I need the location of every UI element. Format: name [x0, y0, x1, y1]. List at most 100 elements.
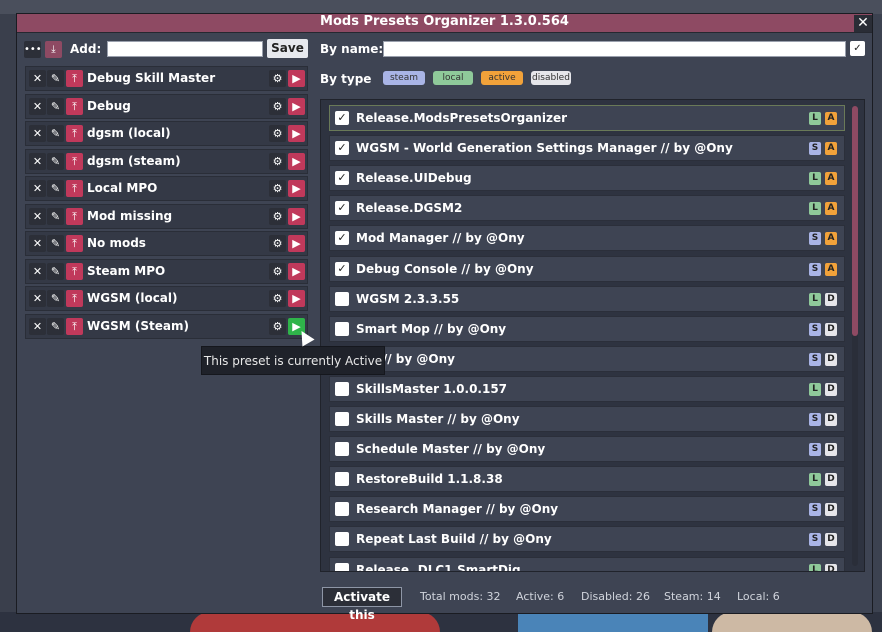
delete-preset-button[interactable]: ✕ — [29, 290, 46, 307]
mod-checkbox[interactable] — [335, 562, 349, 571]
activate-preset-button[interactable]: ▶ — [288, 180, 305, 197]
mod-row[interactable]: ✓ Mod Manager // by @Ony S A — [329, 225, 845, 252]
mod-checkbox[interactable]: ✓ — [335, 171, 349, 186]
preset-row[interactable]: ✕ ✎ ⤒ ⚙ ▶ dgsm (local) — [25, 121, 308, 146]
mod-row[interactable]: Dig // by @Ony S D — [329, 345, 845, 372]
activate-button[interactable]: Activate this — [322, 587, 402, 622]
mod-row[interactable]: Smart Mop // by @Ony S D — [329, 315, 845, 342]
preset-row[interactable]: ✕ ✎ ⤒ ⚙ ▶ Debug Skill Master — [25, 66, 308, 91]
rename-preset-button[interactable]: ✎ — [47, 317, 64, 335]
activate-preset-button[interactable]: ▶ — [288, 152, 305, 170]
mod-checkbox[interactable] — [335, 502, 349, 517]
mod-row[interactable]: ✓ WGSM - World Generation Settings Manage… — [329, 135, 845, 162]
mod-row[interactable]: Skills Master // by @Ony S D — [329, 406, 845, 432]
name-filter-checkbox[interactable]: ✓ — [850, 41, 865, 56]
mod-row[interactable]: Schedule Master // by @Ony S D — [329, 436, 845, 463]
preset-settings-button[interactable]: ⚙ — [269, 70, 286, 87]
mods-scrollbar-thumb[interactable] — [852, 106, 858, 336]
mod-row[interactable]: ✓ Debug Console // by @Ony S A — [329, 255, 845, 282]
mod-checkbox[interactable]: ✓ — [335, 201, 349, 216]
delete-preset-button[interactable]: ✕ — [29, 70, 46, 87]
mod-row[interactable]: ✓ Release.ModsPresetsOrganizer L A — [329, 105, 845, 131]
mod-row[interactable]: Repeat Last Build // by @Ony S D — [329, 526, 845, 553]
activate-preset-button[interactable]: ▶ — [288, 97, 305, 115]
close-button[interactable]: ✕ — [854, 15, 872, 32]
type-filter-active[interactable]: active — [481, 71, 523, 85]
export-preset-button[interactable]: ⤒ — [66, 125, 83, 142]
activate-preset-button[interactable]: ▶ — [288, 70, 305, 87]
import-preset-button[interactable]: ⤓ — [45, 41, 62, 58]
delete-preset-button[interactable]: ✕ — [29, 97, 46, 115]
delete-preset-button[interactable]: ✕ — [29, 262, 46, 280]
preset-settings-button[interactable]: ⚙ — [269, 180, 286, 197]
mod-name-filter-input[interactable] — [383, 41, 846, 57]
delete-preset-button[interactable]: ✕ — [29, 317, 46, 335]
export-preset-button[interactable]: ⤒ — [66, 207, 83, 225]
mod-checkbox[interactable] — [335, 321, 349, 336]
preset-row[interactable]: ✕ ✎ ⤒ ⚙ ▶ Mod missing — [25, 203, 308, 229]
rename-preset-button[interactable]: ✎ — [47, 70, 64, 87]
rename-preset-button[interactable]: ✎ — [47, 207, 64, 225]
delete-preset-button[interactable]: ✕ — [29, 235, 46, 252]
preset-settings-button[interactable]: ⚙ — [269, 290, 286, 307]
preset-row[interactable]: ✕ ✎ ⤒ ⚙ ▶ Steam MPO — [25, 258, 308, 284]
preset-row[interactable]: ✕ ✎ ⤒ ⚙ ▶ WGSM (local) — [25, 286, 308, 311]
preset-settings-button[interactable]: ⚙ — [269, 235, 286, 252]
export-preset-button[interactable]: ⤒ — [66, 317, 83, 335]
mod-row[interactable]: SkillsMaster 1.0.0.157 L D — [329, 375, 845, 402]
rename-preset-button[interactable]: ✎ — [47, 262, 64, 280]
activate-preset-button[interactable]: ▶ — [288, 235, 305, 252]
add-preset-input[interactable] — [107, 41, 263, 57]
preset-settings-button[interactable]: ⚙ — [269, 152, 286, 170]
mod-row[interactable]: Research Manager // by @Ony S D — [329, 496, 845, 523]
mod-checkbox[interactable] — [335, 412, 349, 426]
rename-preset-button[interactable]: ✎ — [47, 290, 64, 307]
mod-checkbox[interactable]: ✓ — [335, 261, 349, 276]
save-button[interactable]: Save — [267, 39, 308, 58]
presets-menu-button[interactable]: ••• — [24, 41, 42, 58]
delete-preset-button[interactable]: ✕ — [29, 125, 46, 142]
mod-checkbox[interactable]: ✓ — [335, 141, 349, 156]
export-preset-button[interactable]: ⤒ — [66, 262, 83, 280]
rename-preset-button[interactable]: ✎ — [47, 235, 64, 252]
mod-checkbox[interactable] — [335, 291, 349, 306]
preset-settings-button[interactable]: ⚙ — [269, 97, 286, 115]
mod-row[interactable]: RestoreBuild 1.1.8.38 L D — [329, 466, 845, 493]
mod-checkbox[interactable] — [335, 381, 349, 396]
type-filter-steam[interactable]: steam — [383, 71, 425, 85]
preset-row[interactable]: ✕ ✎ ⤒ ⚙ ▶ dgsm (steam) — [25, 148, 308, 174]
export-preset-button[interactable]: ⤒ — [66, 180, 83, 197]
preset-row[interactable]: ✕ ✎ ⤒ ⚙ ▶ Local MPO — [25, 176, 308, 201]
export-preset-button[interactable]: ⤒ — [66, 97, 83, 115]
export-preset-button[interactable]: ⤒ — [66, 70, 83, 87]
rename-preset-button[interactable]: ✎ — [47, 152, 64, 170]
preset-settings-button[interactable]: ⚙ — [269, 207, 286, 225]
rename-preset-button[interactable]: ✎ — [47, 97, 64, 115]
delete-preset-button[interactable]: ✕ — [29, 180, 46, 197]
mod-checkbox[interactable] — [335, 532, 349, 547]
mod-row[interactable]: ✓ Release.DGSM2 L A — [329, 195, 845, 222]
preset-settings-button[interactable]: ⚙ — [269, 262, 286, 280]
mod-checkbox[interactable]: ✓ — [335, 111, 349, 125]
export-preset-button[interactable]: ⤒ — [66, 290, 83, 307]
type-filter-disabled[interactable]: disabled — [531, 71, 571, 85]
activate-preset-button[interactable]: ▶ — [288, 125, 305, 142]
delete-preset-button[interactable]: ✕ — [29, 152, 46, 170]
rename-preset-button[interactable]: ✎ — [47, 180, 64, 197]
preset-row[interactable]: ✕ ✎ ⤒ ⚙ ▶ Debug — [25, 93, 308, 119]
mod-row[interactable]: WGSM 2.3.3.55 L D — [329, 285, 845, 312]
preset-row[interactable]: ✕ ✎ ⤒ ⚙ ▶ No mods — [25, 231, 308, 256]
preset-settings-button[interactable]: ⚙ — [269, 317, 286, 335]
preset-row[interactable]: ✕ ✎ ⤒ ⚙ ▶ WGSM (Steam) — [25, 313, 308, 339]
mod-row[interactable]: ✓ Release.UIDebug L A — [329, 165, 845, 192]
rename-preset-button[interactable]: ✎ — [47, 125, 64, 142]
activate-preset-button[interactable]: ▶ — [288, 207, 305, 225]
mod-checkbox[interactable] — [335, 472, 349, 487]
type-filter-local[interactable]: local — [433, 71, 473, 85]
export-preset-button[interactable]: ⤒ — [66, 152, 83, 170]
mod-row[interactable]: Release. DLC1.SmartDig L D — [329, 556, 845, 571]
activate-preset-button[interactable]: ▶ — [288, 290, 305, 307]
delete-preset-button[interactable]: ✕ — [29, 207, 46, 225]
activate-preset-button[interactable]: ▶ — [288, 262, 305, 280]
preset-settings-button[interactable]: ⚙ — [269, 125, 286, 142]
